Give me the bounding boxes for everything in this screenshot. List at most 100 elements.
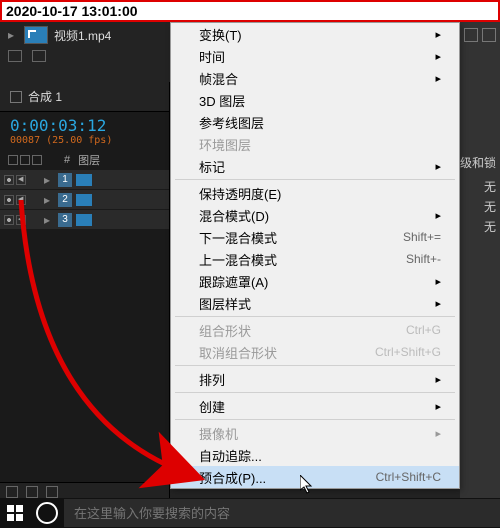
footer-toggle-1[interactable] [8,50,22,62]
menu-item[interactable]: 自动追踪... [171,444,459,466]
menu-item-label: 帧混合 [199,69,238,88]
menu-separator [175,316,455,317]
menu-item-label: 上一混合模式 [199,250,277,269]
right-tool-icon-2[interactable] [482,28,496,42]
timeline-columns: # 图层 [0,146,169,170]
menu-item-label: 保持透明度(E) [199,184,281,203]
expand-arrow-icon[interactable]: ▸ [44,213,54,227]
file-name: 视频1.mp4 [54,27,111,44]
menu-item: 摄像机 [171,422,459,444]
menu-item-label: 下一混合模式 [199,228,277,247]
menu-item-label: 跟踪遮罩(A) [199,272,268,291]
menu-item: 取消组合形状 Ctrl+Shift+G [171,341,459,363]
layer-index: 1 [58,173,72,187]
taskbar-search-input[interactable] [64,499,500,527]
menu-item-label: 3D 图层 [199,91,245,110]
layer-thumbnail-icon [76,194,92,206]
menu-item[interactable]: 参考线图层 [171,111,459,133]
menu-item[interactable]: 混合模式(D) [171,204,459,226]
menu-item[interactable]: 图层样式 [171,292,459,314]
footer-btn-3[interactable] [46,486,58,498]
menu-item[interactable]: 预合成(P)... Ctrl+Shift+C [171,466,459,488]
expand-arrow-icon[interactable]: ▸ [8,28,18,42]
right-value-1[interactable]: 无 [484,178,496,195]
right-column-header: 级和锁 [460,154,496,171]
menu-item[interactable]: 创建 [171,395,459,417]
menu-item-label: 预合成(P)... [199,468,266,487]
menu-item-label: 混合模式(D) [199,206,269,225]
menu-item-shortcut: Ctrl+Shift+C [376,470,441,484]
audio-icon[interactable] [16,175,26,185]
menu-item-label: 摄像机 [199,424,238,443]
app-root: 2020-10-17 13:01:00 ▸ 视频1.mp4 AV 8 bpc 级… [0,0,500,528]
windows-taskbar[interactable] [0,498,500,528]
menu-item-label: 创建 [199,397,225,416]
layer-index: 3 [58,213,72,227]
comp-name: 合成 1 [28,88,62,105]
layer-index: 2 [58,193,72,207]
menu-item[interactable]: 变换(T) [171,23,459,45]
visibility-icon[interactable] [4,195,14,205]
menu-item-label: 变换(T) [199,25,242,44]
menu-item[interactable]: 保持透明度(E) [171,182,459,204]
layer-row[interactable]: ▸1 [0,170,169,190]
menu-item[interactable]: 时间 [171,45,459,67]
col-layer: 图层 [78,152,100,168]
menu-item[interactable]: 排列 [171,368,459,390]
menu-item-label: 取消组合形状 [199,343,277,362]
cortana-icon[interactable] [34,500,60,526]
layer-row[interactable]: ▸3 [0,210,169,230]
footer-btn-2[interactable] [26,486,38,498]
right-tool-icon-1[interactable] [464,28,478,42]
menu-separator [175,419,455,420]
composition-tab[interactable]: 合成 1 [0,82,169,112]
layer-thumbnail-icon [76,174,92,186]
menu-item-shortcut: Shift+- [406,252,441,266]
menu-item: 环境图层 [171,133,459,155]
visibility-icon[interactable] [4,215,14,225]
menu-item[interactable]: 上一混合模式 Shift+- [171,248,459,270]
current-time[interactable]: 0:00:03:12 [10,116,159,135]
audio-icon[interactable] [16,215,26,225]
menu-item-label: 时间 [199,47,225,66]
menu-item[interactable]: 3D 图层 [171,89,459,111]
video-file-icon [24,26,48,44]
right-panel: 级和锁 无 无 无 [460,22,500,502]
menu-item-label: 标记 [199,157,225,176]
menu-separator [175,365,455,366]
menu-item-label: 自动追踪... [199,446,262,465]
col-num: # [64,154,70,166]
menu-item[interactable]: 帧混合 [171,67,459,89]
right-value-3[interactable]: 无 [484,218,496,235]
expand-arrow-icon[interactable]: ▸ [44,173,54,187]
expand-arrow-icon[interactable]: ▸ [44,193,54,207]
menu-item-label: 环境图层 [199,135,251,154]
menu-item-label: 排列 [199,370,225,389]
footer-btn-1[interactable] [6,486,18,498]
menu-item-shortcut: Ctrl+G [406,323,441,337]
audio-icon[interactable] [16,195,26,205]
timestamp-overlay: 2020-10-17 13:01:00 [0,0,500,22]
footer-toggle-2[interactable] [32,50,46,62]
menu-separator [175,392,455,393]
layer-list: ▸1▸2▸3 [0,170,169,230]
timeline-panel: 合成 1 0:00:03:12 00087 (25.00 fps) # 图层 ▸… [0,82,170,500]
comp-icon [10,91,22,103]
timecode-display[interactable]: 0:00:03:12 00087 (25.00 fps) [0,112,169,146]
menu-separator [175,179,455,180]
right-value-2[interactable]: 无 [484,198,496,215]
menu-item-label: 组合形状 [199,321,251,340]
menu-item[interactable]: 标记 [171,155,459,177]
layer-context-menu[interactable]: 变换(T) 时间帧混合 3D 图层参考线图层环境图层标记保持透明度(E) 混合模式(D… [170,22,460,489]
start-button[interactable] [0,498,30,528]
frame-info: 00087 (25.00 fps) [10,135,159,146]
menu-item-label: 图层样式 [199,294,251,313]
visibility-icon[interactable] [4,175,14,185]
menu-item[interactable]: 跟踪遮罩(A) [171,270,459,292]
layer-row[interactable]: ▸2 [0,190,169,210]
menu-item[interactable]: 下一混合模式 Shift+= [171,226,459,248]
menu-item: 组合形状 Ctrl+G [171,319,459,341]
layer-thumbnail-icon [76,214,92,226]
menu-item-shortcut: Ctrl+Shift+G [375,345,441,359]
menu-item-shortcut: Shift+= [403,230,441,244]
